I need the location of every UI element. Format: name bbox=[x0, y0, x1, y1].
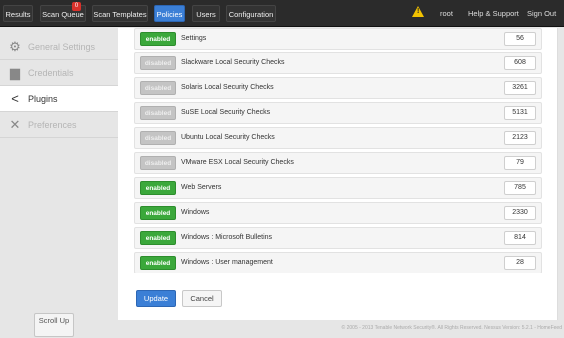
nav-scan-queue[interactable]: Scan Queue 0 bbox=[40, 2, 86, 22]
plugin-family-name: Ubuntu Local Security Checks bbox=[181, 134, 275, 141]
plugin-row[interactable]: disabled SuSE Local Security Checks 5131 bbox=[134, 102, 542, 124]
plugin-family-name: Solaris Local Security Checks bbox=[181, 84, 274, 91]
status-toggle[interactable]: enabled bbox=[140, 181, 176, 195]
plugin-family-name: Slackware Local Security Checks bbox=[181, 59, 285, 66]
plugin-row[interactable]: disabled VMware ESX Local Security Check… bbox=[134, 152, 542, 174]
plugin-row[interactable]: enabled Settings 56 bbox=[134, 28, 542, 50]
sidebar-item-label: Credentials bbox=[28, 68, 74, 78]
status-toggle[interactable]: disabled bbox=[140, 56, 176, 70]
plugin-row[interactable]: disabled Ubuntu Local Security Checks 21… bbox=[134, 127, 542, 149]
plugin-count: 5131 bbox=[504, 106, 536, 120]
sidebar-item-label: General Settings bbox=[28, 42, 96, 52]
plugin-family-name: VMware ESX Local Security Checks bbox=[181, 159, 294, 166]
share-icon: < bbox=[11, 91, 19, 106]
warning-glyph: ! bbox=[417, 8, 420, 15]
help-support-link[interactable]: Help & Support bbox=[468, 5, 519, 22]
plugin-row[interactable]: enabled Web Servers 785 bbox=[134, 177, 542, 199]
plugin-row[interactable]: disabled Slackware Local Security Checks… bbox=[134, 52, 542, 74]
plugin-family-list: enabled Settings 56 disabled Slackware L… bbox=[134, 28, 542, 273]
plugin-row[interactable]: disabled Solaris Local Security Checks 3… bbox=[134, 77, 542, 99]
status-toggle[interactable]: enabled bbox=[140, 231, 176, 245]
nav-scan-queue-label: Scan Queue bbox=[42, 10, 84, 19]
plugin-families-panel: enabled Settings 56 disabled Slackware L… bbox=[118, 28, 558, 320]
scan-queue-badge: 0 bbox=[72, 2, 81, 11]
status-toggle[interactable]: disabled bbox=[140, 106, 176, 120]
plugin-count: 785 bbox=[504, 181, 536, 195]
sidebar-item-label: Preferences bbox=[28, 120, 77, 130]
plugin-count: 2330 bbox=[504, 206, 536, 220]
update-button[interactable]: Update bbox=[136, 290, 176, 307]
sidebar-item-credentials[interactable]: ▆ Credentials bbox=[0, 60, 118, 86]
plugin-count: 608 bbox=[504, 56, 536, 70]
status-toggle[interactable]: enabled bbox=[140, 32, 176, 46]
plugin-count: 56 bbox=[504, 32, 536, 46]
nav-users[interactable]: Users bbox=[192, 5, 220, 22]
plugin-count: 79 bbox=[504, 156, 536, 170]
plugin-family-name: Settings bbox=[181, 35, 207, 42]
plugin-row[interactable]: enabled Windows : Microsoft Bulletins 81… bbox=[134, 227, 542, 249]
plugin-count: 3261 bbox=[504, 81, 536, 95]
status-toggle[interactable]: enabled bbox=[140, 256, 176, 270]
folder-lock-icon: ▆ bbox=[10, 65, 20, 80]
nav-policies[interactable]: Policies bbox=[154, 5, 185, 22]
sign-out-link[interactable]: Sign Out bbox=[527, 5, 556, 22]
status-toggle[interactable]: disabled bbox=[140, 156, 176, 170]
plugin-family-name: Windows bbox=[181, 209, 210, 216]
sidebar-item-general-settings[interactable]: ⚙ General Settings bbox=[0, 34, 118, 60]
plugin-count: 28 bbox=[504, 256, 536, 270]
sidebar-item-label: Plugins bbox=[28, 94, 58, 104]
status-toggle[interactable]: disabled bbox=[140, 131, 176, 145]
nav-configuration[interactable]: Configuration bbox=[226, 5, 276, 22]
sidebar-item-preferences[interactable]: ✕ Preferences bbox=[0, 112, 118, 138]
plugin-family-name: Windows : User management bbox=[181, 259, 273, 266]
nav-scan-templates[interactable]: Scan Templates bbox=[92, 5, 148, 22]
status-toggle[interactable]: disabled bbox=[140, 81, 176, 95]
plugin-row[interactable]: enabled Windows 2330 bbox=[134, 202, 542, 224]
scroll-up-button[interactable]: Scroll Up bbox=[34, 313, 74, 337]
top-nav-bar: Results Scan Queue 0 Scan Templates Poli… bbox=[0, 0, 564, 27]
nav-results[interactable]: Results bbox=[3, 5, 33, 22]
plugin-count: 2123 bbox=[504, 131, 536, 145]
sidebar: ⚙ General Settings ▆ Credentials < Plugi… bbox=[0, 28, 118, 338]
warning-icon[interactable]: ! bbox=[412, 6, 424, 17]
plugin-count: 814 bbox=[504, 231, 536, 245]
cancel-button[interactable]: Cancel bbox=[182, 290, 222, 307]
copyright-footer: © 2005 - 2013 Tenable Network Security®.… bbox=[341, 325, 562, 331]
user-menu[interactable]: root bbox=[440, 5, 453, 22]
plugin-row[interactable]: enabled Windows : User management 28 bbox=[134, 252, 542, 273]
gear-icon: ⚙ bbox=[9, 39, 21, 54]
plugin-family-name: SuSE Local Security Checks bbox=[181, 109, 271, 116]
plugin-family-name: Web Servers bbox=[181, 184, 222, 191]
wrench-icon: ✕ bbox=[9, 117, 21, 132]
status-toggle[interactable]: enabled bbox=[140, 206, 176, 220]
sidebar-item-plugins[interactable]: < Plugins bbox=[0, 86, 118, 112]
plugin-family-name: Windows : Microsoft Bulletins bbox=[181, 234, 273, 241]
